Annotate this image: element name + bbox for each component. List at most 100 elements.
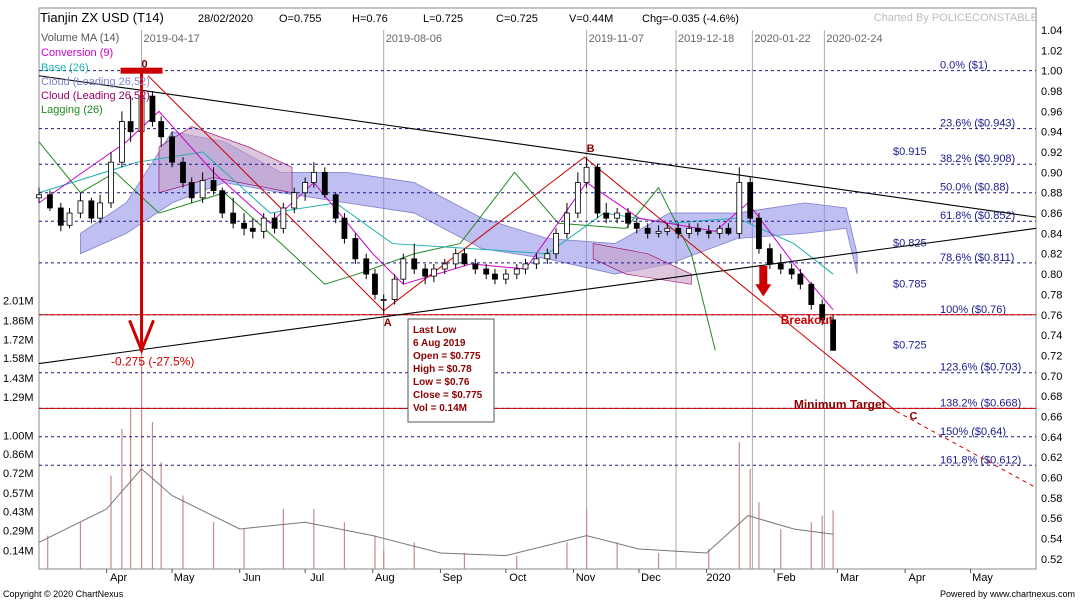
price-tick-label: 0.74 — [1041, 330, 1062, 342]
candle-body — [57, 207, 64, 226]
candle-body — [199, 180, 206, 199]
candle-body — [321, 171, 328, 196]
volume-tick-label: 1.43M — [3, 373, 34, 385]
candle-body — [169, 136, 175, 163]
info-box-line: 6 Aug 2019 — [413, 338, 466, 349]
price-tick-label: 0.52 — [1041, 554, 1062, 566]
candle-body — [302, 182, 309, 194]
price-tick-label: 1.02 — [1041, 45, 1062, 57]
month-label: May — [174, 572, 195, 584]
candle-body — [766, 248, 773, 265]
candle-body — [716, 227, 723, 234]
price-tick-label: 0.88 — [1041, 188, 1062, 200]
candle-body — [483, 268, 490, 275]
candle-body — [430, 268, 437, 277]
month-label: Jul — [310, 572, 324, 584]
header-low: L=0.725 — [423, 13, 463, 25]
price-tick-label: 0.82 — [1041, 249, 1062, 261]
month-label: Nov — [576, 572, 596, 584]
candle-body — [372, 273, 378, 295]
candle-body — [705, 230, 712, 234]
chart-annotation: 0 — [142, 59, 148, 71]
month-label: Oct — [509, 572, 526, 584]
candle-body — [310, 171, 317, 183]
candle-body — [502, 273, 509, 280]
candle-body — [472, 263, 479, 270]
month-label: Apr — [909, 572, 926, 584]
price-line-label: $0.725 — [893, 339, 927, 351]
candle-body — [522, 263, 529, 270]
fib-level-label: 150% ($0.64) — [940, 426, 1006, 438]
candle-body — [210, 180, 217, 192]
candle-body — [332, 194, 339, 219]
info-box-line: Close = $0.775 — [413, 390, 483, 401]
chart-annotation: -0.275 (-27.5%) — [111, 355, 194, 369]
candle-body — [736, 182, 743, 234]
price-tick-label: 0.64 — [1041, 432, 1062, 444]
price-tick-label: 0.68 — [1041, 391, 1062, 403]
date-marker-label: 2020-02-24 — [826, 33, 882, 45]
candle-body — [725, 227, 732, 234]
candle-body — [808, 283, 815, 305]
candle-body — [271, 217, 278, 229]
candle-body — [291, 192, 298, 209]
header-watermark: Charted By POLICECONSTABLE — [874, 12, 1038, 24]
volume-tick-label: 0.57M — [3, 488, 34, 500]
candle-body — [422, 268, 429, 277]
candle-body — [77, 200, 84, 214]
candle-body — [603, 212, 610, 219]
date-marker-label: 2020-01-22 — [754, 33, 810, 45]
candle-body — [97, 202, 103, 219]
candle-body — [788, 268, 795, 275]
volume-tick-label: 1.58M — [3, 353, 34, 365]
price-tick-label: 0.54 — [1041, 533, 1062, 545]
price-tick-label: 0.76 — [1041, 310, 1062, 322]
footer-powered: Powered by www.chartnexus.com — [940, 589, 1075, 599]
price-tick-label: 0.60 — [1041, 472, 1062, 484]
info-box-line: High = $0.78 — [413, 364, 472, 375]
month-label: Dec — [641, 572, 661, 584]
chart-svg: 2019-04-17 2019-08-06 2019-11-07 2019-12-18… — [3, 7, 1075, 599]
chart-annotation: B — [587, 143, 595, 155]
volume-tick-label: 0.29M — [3, 525, 34, 537]
candle-body — [180, 161, 186, 183]
date-marker-label: 2019-08-06 — [386, 33, 442, 45]
volume-tick-label: 1.29M — [3, 392, 34, 404]
price-tick-label: 0.58 — [1041, 493, 1062, 505]
candle-body — [574, 182, 581, 214]
date-marker-label: 2019-11-07 — [589, 33, 644, 45]
header-close: C=0.725 — [496, 13, 538, 25]
price-tick-label: 0.92 — [1041, 147, 1062, 159]
header-date: 28/02/2020 — [198, 13, 253, 25]
legend-cloud-b: Cloud (Leading 26,52) — [41, 90, 150, 102]
candle-body — [352, 238, 359, 260]
candle-body — [564, 212, 570, 234]
candle-body — [66, 212, 73, 226]
volume-tick-label: 0.43M — [3, 507, 34, 519]
candle-body — [249, 227, 256, 232]
candle-body — [625, 212, 631, 224]
volume-tick-label: 2.01M — [3, 296, 34, 308]
price-tick-label: 0.90 — [1041, 167, 1062, 179]
candle-body — [230, 212, 237, 224]
info-box: Last Low 6 Aug 2019 Open = $0.775 High =… — [407, 318, 495, 423]
fib-level-label: 123.6% ($0.703) — [940, 362, 1021, 374]
legend-volume-ma: Volume MA (14) — [41, 32, 119, 44]
candle-body — [127, 121, 134, 133]
candle-body — [694, 227, 701, 232]
candle-body — [400, 258, 407, 280]
volume-tick-label: 1.72M — [3, 334, 34, 346]
candle-body — [553, 232, 559, 255]
candle-body — [88, 200, 95, 219]
header-volume: V=0.44M — [569, 13, 613, 25]
header-symbol: Tianjin ZX USD (T14) — [40, 10, 164, 25]
fib-level-label: 161.8% ($0.612) — [940, 454, 1021, 466]
price-tick-label: 0.84 — [1041, 228, 1062, 240]
candle-body — [664, 227, 671, 232]
candle-body — [391, 278, 398, 300]
candle-body — [363, 258, 370, 275]
price-tick-label: 0.78 — [1041, 289, 1062, 301]
header-open: O=0.755 — [279, 13, 322, 25]
candle-body — [644, 227, 651, 234]
candle-body — [411, 258, 418, 270]
